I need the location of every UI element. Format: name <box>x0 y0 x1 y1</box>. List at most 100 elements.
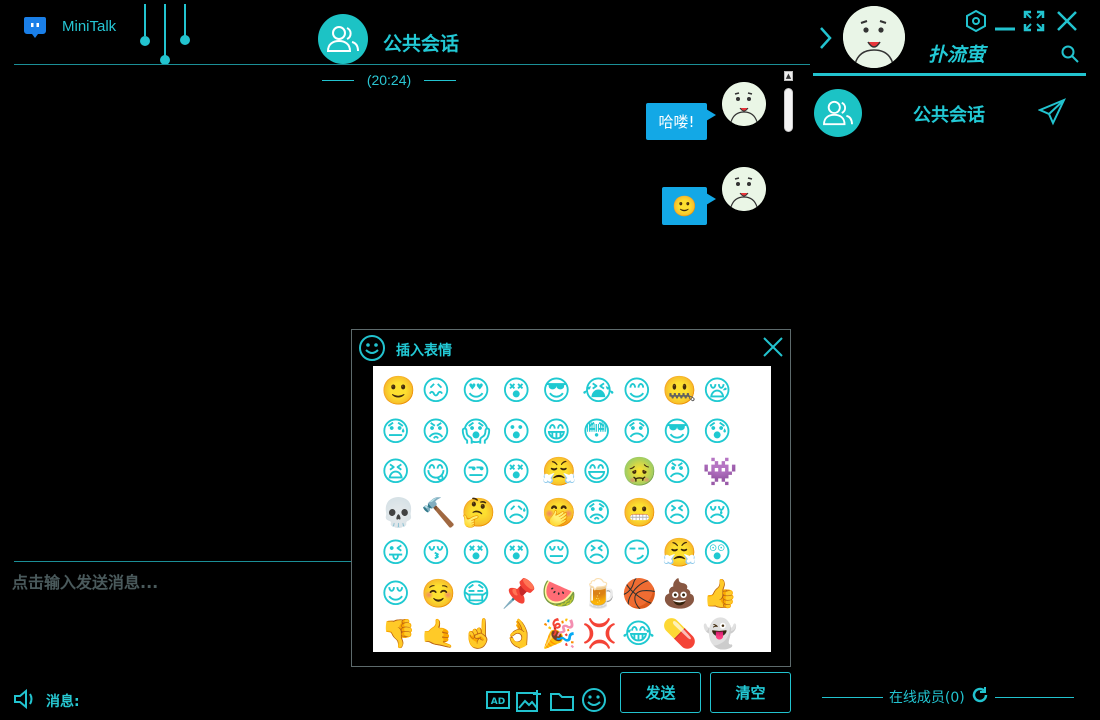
emoji-item[interactable]: 😤 <box>542 452 582 493</box>
emoji-item[interactable]: 😵 <box>502 533 542 574</box>
emoji-item[interactable]: 😋 <box>421 452 461 493</box>
avatar[interactable] <box>722 167 766 211</box>
emoji-item[interactable]: 👾 <box>703 452 743 493</box>
user-avatar[interactable] <box>843 6 905 68</box>
emoji-item[interactable]: 😤 <box>662 533 702 574</box>
emoji-item[interactable]: 🤔 <box>461 493 501 534</box>
emoji-item[interactable]: 😫 <box>381 452 421 493</box>
emoji-item[interactable]: 😥 <box>502 493 542 534</box>
app-name: MiniTalk <box>62 18 117 35</box>
emoji-item[interactable]: 💩 <box>662 574 702 615</box>
emoji-item[interactable]: 😱 <box>461 412 501 453</box>
close-icon[interactable] <box>1056 10 1078 32</box>
emoji-item[interactable]: 💊 <box>662 614 702 652</box>
message-text: 哈喽! <box>658 113 695 131</box>
emoji-item[interactable]: 😮 <box>502 412 542 453</box>
emoji-item[interactable]: ☝️ <box>461 614 501 652</box>
emoji-item[interactable]: 😢 <box>703 493 743 534</box>
decor-line <box>144 4 146 36</box>
emoji-item[interactable]: 🍉 <box>542 574 582 615</box>
message-input[interactable]: 点击输入发送消息... <box>12 569 158 593</box>
emoji-item[interactable]: 😖 <box>421 371 461 412</box>
emoji-item[interactable]: 😣 <box>582 533 622 574</box>
emoji-item[interactable]: 😔 <box>542 533 582 574</box>
minimize-icon[interactable] <box>994 10 1016 32</box>
emoji-item[interactable]: 😵 <box>502 452 542 493</box>
header-divider <box>14 64 810 65</box>
emoji-item[interactable]: 😄 <box>582 452 622 493</box>
emoji-item[interactable]: 💀 <box>381 493 421 534</box>
emoji-item[interactable]: 😂 <box>622 614 662 652</box>
speaker-icon[interactable] <box>13 688 39 710</box>
emoji-item[interactable]: 😡 <box>421 412 461 453</box>
emoji-item[interactable]: 😵 <box>461 533 501 574</box>
refresh-icon[interactable] <box>971 686 989 708</box>
scrollbar-thumb[interactable] <box>784 88 793 132</box>
emoji-item[interactable]: 😰 <box>703 412 743 453</box>
emoji-item[interactable]: 🤢 <box>622 452 662 493</box>
decor-dot <box>180 35 190 45</box>
emoji-item[interactable]: 😲 <box>703 533 743 574</box>
emoji-item[interactable]: 👻 <box>703 614 743 652</box>
image-icon[interactable] <box>516 688 542 714</box>
message-text: 🙂 <box>672 194 697 218</box>
emoji-item[interactable]: 🍺 <box>582 574 622 615</box>
emoji-item[interactable]: 😁 <box>542 412 582 453</box>
emoji-dialog: 插入表情 🙂 😖 😍 😵 😎 😭 😊 🤐 😪 😓 😡 😱 😮 😁 😳 😞 😎 😰 😫 😋 😒 😵 😤 😄 🤢 😠 👾 💀 🔨 🤔 😥 🤭 😟 😬 😣… <box>351 329 791 667</box>
emoji-item[interactable]: 🏀 <box>622 574 662 615</box>
send-plane-icon[interactable] <box>1037 98 1067 126</box>
app-logo-icon <box>22 14 48 40</box>
emoji-item[interactable]: 😠 <box>662 452 702 493</box>
message-bubble[interactable]: 🙂 <box>662 187 716 225</box>
emoji-item[interactable]: 😬 <box>622 493 662 534</box>
emoji-item[interactable]: 🤙 <box>421 614 461 652</box>
emoji-item[interactable]: 😎 <box>542 371 582 412</box>
message-bubble[interactable]: 哈喽! <box>646 103 716 140</box>
maximize-icon[interactable] <box>1023 10 1045 32</box>
chevron-right-icon[interactable] <box>818 26 832 56</box>
emoji-item[interactable]: 🙂 <box>381 371 421 412</box>
emoji-item[interactable]: 🤐 <box>662 371 702 412</box>
scroll-up-button[interactable]: ▲ <box>784 71 793 81</box>
emoji-item[interactable]: 👎 <box>381 614 421 652</box>
emoji-item[interactable]: 😊 <box>622 371 662 412</box>
settings-icon[interactable] <box>965 10 987 32</box>
emoji-item[interactable]: 😍 <box>461 371 501 412</box>
ad-icon[interactable]: AD <box>485 688 511 714</box>
emoji-grid: 🙂 😖 😍 😵 😎 😭 😊 🤐 😪 😓 😡 😱 😮 😁 😳 😞 😎 😰 😫 😋 😒 😵 😤 😄 🤢 😠 👾 💀 🔨 🤔 😥 🤭 😟 😬 😣 😢 😜 😚 😵 😵… <box>373 366 771 652</box>
emoji-item[interactable]: ☺️ <box>421 574 461 615</box>
emoji-item[interactable]: 😓 <box>381 412 421 453</box>
svg-text:AD: AD <box>491 697 505 707</box>
smile-icon <box>358 334 386 362</box>
emoji-icon[interactable] <box>581 687 607 713</box>
emoji-item[interactable]: 😵 <box>502 371 542 412</box>
emoji-item[interactable]: 😣 <box>662 493 702 534</box>
folder-icon[interactable] <box>549 688 575 714</box>
clear-button[interactable]: 清空 <box>710 672 791 713</box>
emoji-item[interactable]: 😞 <box>622 412 662 453</box>
decor-dot <box>140 36 150 46</box>
emoji-item[interactable]: 😳 <box>582 412 622 453</box>
emoji-item[interactable]: 💢 <box>582 614 622 652</box>
avatar[interactable] <box>722 82 766 126</box>
emoji-item[interactable]: 😎 <box>662 412 702 453</box>
emoji-item[interactable]: 🔨 <box>421 493 461 534</box>
emoji-item[interactable]: 🤭 <box>542 493 582 534</box>
emoji-item[interactable]: 😒 <box>461 452 501 493</box>
emoji-item[interactable]: 😟 <box>582 493 622 534</box>
emoji-item[interactable]: 👌 <box>502 614 542 652</box>
emoji-item[interactable]: 👍 <box>703 574 743 615</box>
emoji-item[interactable]: 😜 <box>381 533 421 574</box>
emoji-item[interactable]: 😚 <box>421 533 461 574</box>
emoji-item[interactable]: 😭 <box>582 371 622 412</box>
emoji-item[interactable]: 😪 <box>703 371 743 412</box>
search-icon[interactable] <box>1061 45 1079 63</box>
emoji-item[interactable]: 🎉 <box>542 614 582 652</box>
emoji-item[interactable]: 😏 <box>622 533 662 574</box>
close-icon[interactable] <box>762 336 784 358</box>
emoji-item[interactable]: 😷 <box>461 574 501 615</box>
send-button[interactable]: 发送 <box>620 672 701 713</box>
emoji-item[interactable]: 😌 <box>381 574 421 615</box>
emoji-item[interactable]: 📌 <box>502 574 542 615</box>
group-avatar <box>814 89 862 137</box>
